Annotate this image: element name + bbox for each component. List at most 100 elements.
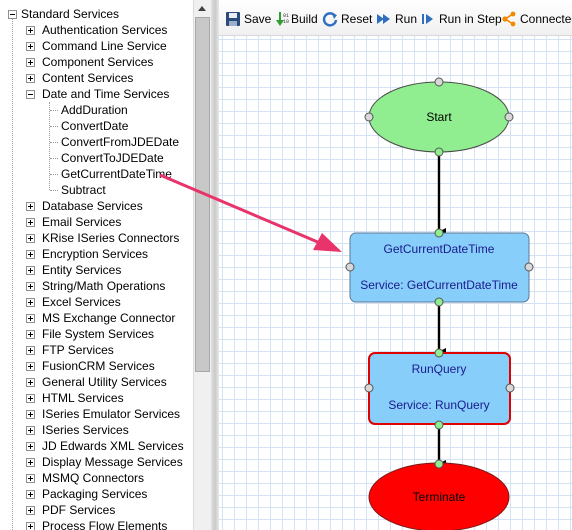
tree-item-msmq-connectors[interactable]: MSMQ Connectors bbox=[0, 470, 193, 486]
tree-item-label: PDF Services bbox=[42, 503, 116, 517]
collapse-icon[interactable] bbox=[26, 90, 35, 99]
tree-item-jd-edwards-xml-services[interactable]: JD Edwards XML Services bbox=[0, 438, 193, 454]
expand-icon[interactable] bbox=[26, 282, 35, 291]
expand-icon[interactable] bbox=[26, 250, 35, 259]
tree-leaf-converttojdedate[interactable]: ConvertToJDEDate bbox=[0, 150, 193, 166]
tree-item-label: ISeries Services bbox=[42, 423, 129, 437]
getcurrentdatetime-node[interactable]: GetCurrentDateTime Service: GetCurrentDa… bbox=[345, 228, 534, 307]
tree-item-iseries-services[interactable]: ISeries Services bbox=[0, 422, 193, 438]
port-left[interactable] bbox=[364, 112, 374, 122]
port-top[interactable] bbox=[434, 348, 444, 358]
service-tree: Standard Services Authentication Service… bbox=[0, 0, 193, 530]
port-right[interactable] bbox=[504, 112, 514, 122]
expand-icon[interactable] bbox=[26, 506, 35, 515]
expand-icon[interactable] bbox=[26, 298, 35, 307]
collapse-icon[interactable] bbox=[8, 10, 17, 19]
tree-item-general-utility-services[interactable]: General Utility Services bbox=[0, 374, 193, 390]
run-label: Run bbox=[395, 12, 418, 26]
tree-item-label: Command Line Service bbox=[42, 39, 167, 53]
tree-item-label: Component Services bbox=[42, 55, 154, 69]
terminate-node[interactable]: Terminate bbox=[368, 459, 510, 530]
tree-leaf-convertdate[interactable]: ConvertDate bbox=[0, 118, 193, 134]
tree-item-process-flow-elements[interactable]: Process Flow Elements bbox=[0, 518, 193, 530]
expand-icon[interactable] bbox=[26, 266, 35, 275]
tree-item-pdf-services[interactable]: PDF Services bbox=[0, 502, 193, 518]
scroll-up-arrow-icon[interactable] bbox=[194, 0, 211, 17]
pane-splitter[interactable] bbox=[211, 0, 219, 530]
tree-item-file-system-services[interactable]: File System Services bbox=[0, 326, 193, 342]
expand-icon[interactable] bbox=[26, 442, 35, 451]
tree-item-iseries-emulator-services[interactable]: ISeries Emulator Services bbox=[0, 406, 193, 422]
runquery-node[interactable]: RunQuery Service: RunQuery bbox=[364, 348, 515, 430]
port-top[interactable] bbox=[434, 459, 444, 469]
expand-icon[interactable] bbox=[26, 42, 35, 51]
tree-leaf-addduration[interactable]: AddDuration bbox=[0, 102, 193, 118]
tree-item-krise-iseries-connectors[interactable]: KRise ISeries Connectors bbox=[0, 230, 193, 246]
tree-root[interactable]: Standard Services bbox=[0, 6, 193, 22]
expand-icon[interactable] bbox=[26, 74, 35, 83]
expand-icon[interactable] bbox=[26, 362, 35, 371]
tree-item-label: Email Services bbox=[42, 215, 122, 229]
port-top[interactable] bbox=[434, 77, 444, 87]
tree-item-database-services[interactable]: Database Services bbox=[0, 198, 193, 214]
tree-item-ftp-services[interactable]: FTP Services bbox=[0, 342, 193, 358]
tree-item-label: Encryption Services bbox=[42, 247, 149, 261]
tree-item-display-message-services[interactable]: Display Message Services bbox=[0, 454, 193, 470]
port-bottom[interactable] bbox=[434, 297, 444, 307]
tree-leaf-getcurrentdatetime[interactable]: GetCurrentDateTime bbox=[0, 166, 193, 182]
tree-item-encryption-services[interactable]: Encryption Services bbox=[0, 246, 193, 262]
tree-item-string-math-operations[interactable]: String/Math Operations bbox=[0, 278, 193, 294]
expand-icon[interactable] bbox=[26, 218, 35, 227]
expand-icon[interactable] bbox=[26, 458, 35, 467]
tree-item-label: KRise ISeries Connectors bbox=[42, 231, 180, 245]
port-right[interactable] bbox=[505, 383, 515, 393]
port-left[interactable] bbox=[364, 383, 374, 393]
tree-item-command-line-service[interactable]: Command Line Service bbox=[0, 38, 193, 54]
toolbar: Save 01 10 Build Reset Run Run in Step C… bbox=[219, 0, 572, 36]
tree-item-date-and-time-services[interactable]: Date and Time Services bbox=[0, 86, 193, 102]
tree-item-excel-services[interactable]: Excel Services bbox=[0, 294, 193, 310]
tree-item-label: Date and Time Services bbox=[42, 87, 170, 101]
expand-icon[interactable] bbox=[26, 314, 35, 323]
expand-icon[interactable] bbox=[26, 26, 35, 35]
tree-item-ms-exchange-connector[interactable]: MS Exchange Connector bbox=[0, 310, 193, 326]
expand-icon[interactable] bbox=[26, 58, 35, 67]
connected-label: Connected bbox=[520, 12, 572, 26]
port-top[interactable] bbox=[434, 228, 444, 238]
expand-icon[interactable] bbox=[26, 234, 35, 243]
expand-icon[interactable] bbox=[26, 490, 35, 499]
tree-scrollbar[interactable] bbox=[193, 0, 211, 530]
scroll-thumb[interactable] bbox=[195, 17, 210, 372]
expand-icon[interactable] bbox=[26, 202, 35, 211]
tree-item-content-services[interactable]: Content Services bbox=[0, 70, 193, 86]
tree-item-label: Entity Services bbox=[42, 263, 122, 277]
start-node[interactable]: Start bbox=[364, 77, 514, 157]
tree-item-html-services[interactable]: HTML Services bbox=[0, 390, 193, 406]
expand-icon[interactable] bbox=[26, 410, 35, 419]
expand-icon[interactable] bbox=[26, 378, 35, 387]
expand-icon[interactable] bbox=[26, 346, 35, 355]
tree-item-authentication-services[interactable]: Authentication Services bbox=[0, 22, 193, 38]
port-bottom[interactable] bbox=[434, 420, 444, 430]
port-left[interactable] bbox=[345, 262, 355, 272]
getcurrent-title: GetCurrentDateTime bbox=[384, 242, 495, 256]
flow-canvas[interactable]: Start GetCurrentDateTime Service: GetCur… bbox=[219, 36, 572, 530]
tree-leaf-subtract[interactable]: Subtract bbox=[0, 182, 193, 198]
tree-item-email-services[interactable]: Email Services bbox=[0, 214, 193, 230]
tree-item-label: Content Services bbox=[42, 71, 134, 85]
port-bottom[interactable] bbox=[434, 147, 444, 157]
tree-item-entity-services[interactable]: Entity Services bbox=[0, 262, 193, 278]
tree-leaf-label: Subtract bbox=[61, 183, 106, 197]
expand-icon[interactable] bbox=[26, 426, 35, 435]
expand-icon[interactable] bbox=[26, 522, 35, 530]
tree-leaf-convertfromjdedate[interactable]: ConvertFromJDEDate bbox=[0, 134, 193, 150]
tree-item-component-services[interactable]: Component Services bbox=[0, 54, 193, 70]
tree-item-fusioncrm-services[interactable]: FusionCRM Services bbox=[0, 358, 193, 374]
expand-icon[interactable] bbox=[26, 330, 35, 339]
port-right[interactable] bbox=[524, 262, 534, 272]
expand-icon[interactable] bbox=[26, 394, 35, 403]
build-icon: 01 10 bbox=[276, 12, 289, 26]
expand-icon[interactable] bbox=[26, 474, 35, 483]
share-icon bbox=[502, 11, 516, 27]
tree-item-packaging-services[interactable]: Packaging Services bbox=[0, 486, 193, 502]
